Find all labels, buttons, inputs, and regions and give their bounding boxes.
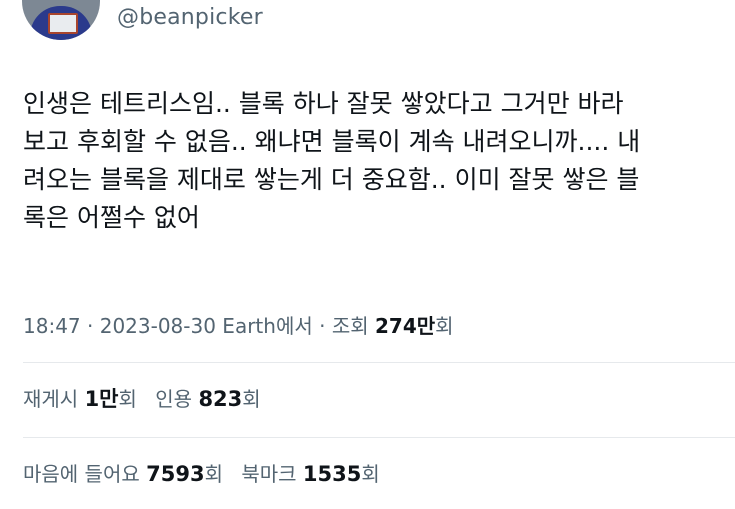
retweets-label: 재게시 (23, 387, 85, 411)
likes-label: 마음에 들어요 (23, 462, 147, 486)
views-label: 조회 (331, 314, 375, 338)
tweet-date[interactable]: 2023-08-30 (100, 314, 216, 338)
views-count: 274만 (375, 314, 436, 338)
divider (23, 362, 735, 363)
avatar-card (48, 13, 78, 34)
tweet-meta: 18:47 · 2023-08-30 Earth에서 · 조회 274만회 (23, 310, 454, 339)
bookmarks-count: 1535 (302, 462, 362, 486)
quotes-count: 823 (198, 387, 243, 411)
likes-count: 7593 (146, 462, 205, 486)
bookmarks-label: 북마크 (241, 462, 303, 486)
stats-row-shares: 재게시 1만회 인용 823회 (23, 383, 273, 413)
tweet-header: @beanpicker (0, 0, 735, 50)
bookmarks-stat[interactable]: 북마크 1535회 (241, 458, 379, 487)
retweets-unit: 회 (118, 387, 137, 411)
tweet-source: Earth에서 (215, 314, 313, 338)
likes-stat[interactable]: 마음에 들어요 7593회 (23, 458, 223, 487)
meta-separator: · (312, 314, 332, 338)
stats-row-likes: 마음에 들어요 7593회 북마크 1535회 (23, 458, 392, 487)
retweets-count: 1만 (84, 387, 119, 411)
author-handle[interactable]: @beanpicker (117, 5, 263, 30)
quotes-stat[interactable]: 인용 823회 (155, 383, 260, 412)
likes-unit: 회 (204, 462, 223, 486)
meta-separator: · (80, 314, 100, 338)
retweets-stat[interactable]: 재게시 1만회 (23, 383, 137, 413)
quotes-unit: 회 (242, 387, 261, 411)
divider (23, 437, 735, 438)
bookmarks-unit: 회 (361, 462, 380, 486)
views-unit: 회 (435, 314, 454, 338)
tweet-time[interactable]: 18:47 (23, 314, 81, 338)
quotes-label: 인용 (155, 387, 199, 411)
tweet-text: 인생은 테트리스임.. 블록 하나 잘못 쌓았다고 그거만 바라 보고 후회할 … (23, 89, 641, 232)
avatar[interactable] (22, 0, 100, 40)
